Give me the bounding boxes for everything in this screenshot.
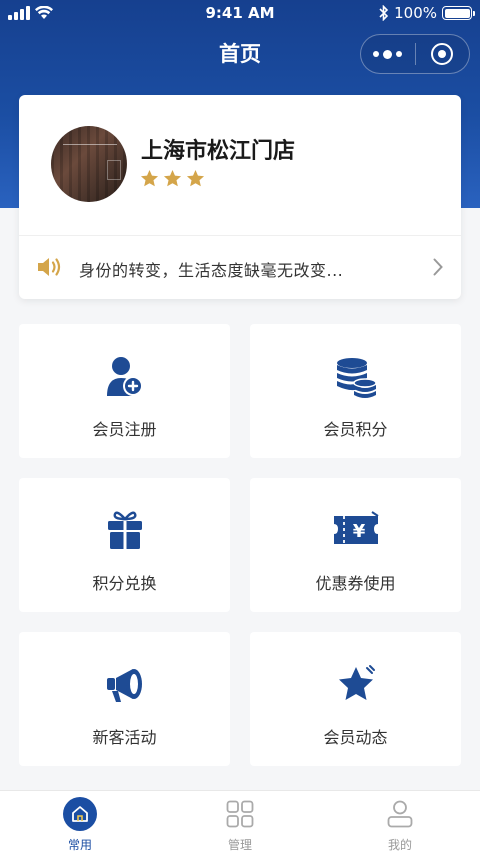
store-rating (140, 169, 205, 188)
rating-star-icon (140, 169, 159, 187)
grid-item-member-points[interactable]: 会员积分 (250, 324, 461, 458)
home-icon (63, 797, 97, 831)
grid-item-label: 会员动态 (323, 728, 388, 747)
more-button[interactable] (361, 35, 415, 73)
store-name: 上海市松江门店 (141, 139, 296, 164)
grid-item-new-customer-activity[interactable]: 新客活动 (19, 632, 230, 766)
bluetooth-icon (379, 5, 389, 21)
chevron-right-icon (433, 258, 443, 276)
user-icon (387, 800, 413, 828)
tab-common[interactable]: 常用 (0, 791, 160, 854)
grid-item-label: 优惠券使用 (315, 574, 396, 593)
speaker-icon (38, 258, 61, 276)
tab-label: 管理 (227, 838, 252, 852)
tab-label: 常用 (67, 838, 92, 852)
svg-text:¥: ¥ (352, 521, 365, 542)
mini-program-capsule (360, 34, 470, 74)
grid-item-label: 新客活动 (92, 728, 157, 747)
target-icon (431, 43, 454, 65)
battery-percent: 100% (394, 4, 437, 22)
tab-label: 我的 (387, 838, 412, 852)
battery-icon (442, 6, 475, 20)
battery-group: 100% (379, 4, 475, 22)
store-card: 上海市松江门店 身份的转变，生活态度缺毫无改变... (19, 95, 461, 299)
status-bar: 9:41 AM 100% (0, 0, 480, 28)
close-mini-program-button[interactable] (416, 35, 470, 73)
megaphone-icon (106, 669, 142, 702)
rating-star-icon (186, 169, 205, 187)
grid-item-member-register[interactable]: 会员注册 (19, 324, 230, 458)
grid-item-points-exchange[interactable]: 积分兑换 (19, 478, 230, 612)
star-icon (338, 665, 375, 700)
grid-item-label: 会员注册 (92, 420, 157, 439)
add-member-icon (106, 357, 143, 396)
coupon-icon: ¥ (333, 511, 379, 544)
tab-bar: 常用 管理 我的 (0, 790, 480, 854)
grid-item-member-news[interactable]: 会员动态 (250, 632, 461, 766)
grid-item-label: 积分兑换 (92, 574, 157, 593)
store-avatar (51, 126, 127, 202)
notice-bar[interactable]: 身份的转变，生活态度缺毫无改变... (19, 236, 461, 299)
notice-text: 身份的转变，生活态度缺毫无改变... (79, 261, 344, 280)
tab-manage[interactable]: 管理 (160, 791, 320, 854)
rating-star-icon (163, 169, 182, 187)
grid-item-coupon-use[interactable]: ¥ 优惠券使用 (250, 478, 461, 612)
tab-mine[interactable]: 我的 (320, 791, 480, 854)
grid-icon (226, 800, 254, 828)
coins-icon (336, 358, 377, 398)
grid-item-label: 会员积分 (323, 420, 388, 439)
gift-icon (107, 511, 142, 549)
more-dots-icon (373, 49, 403, 59)
